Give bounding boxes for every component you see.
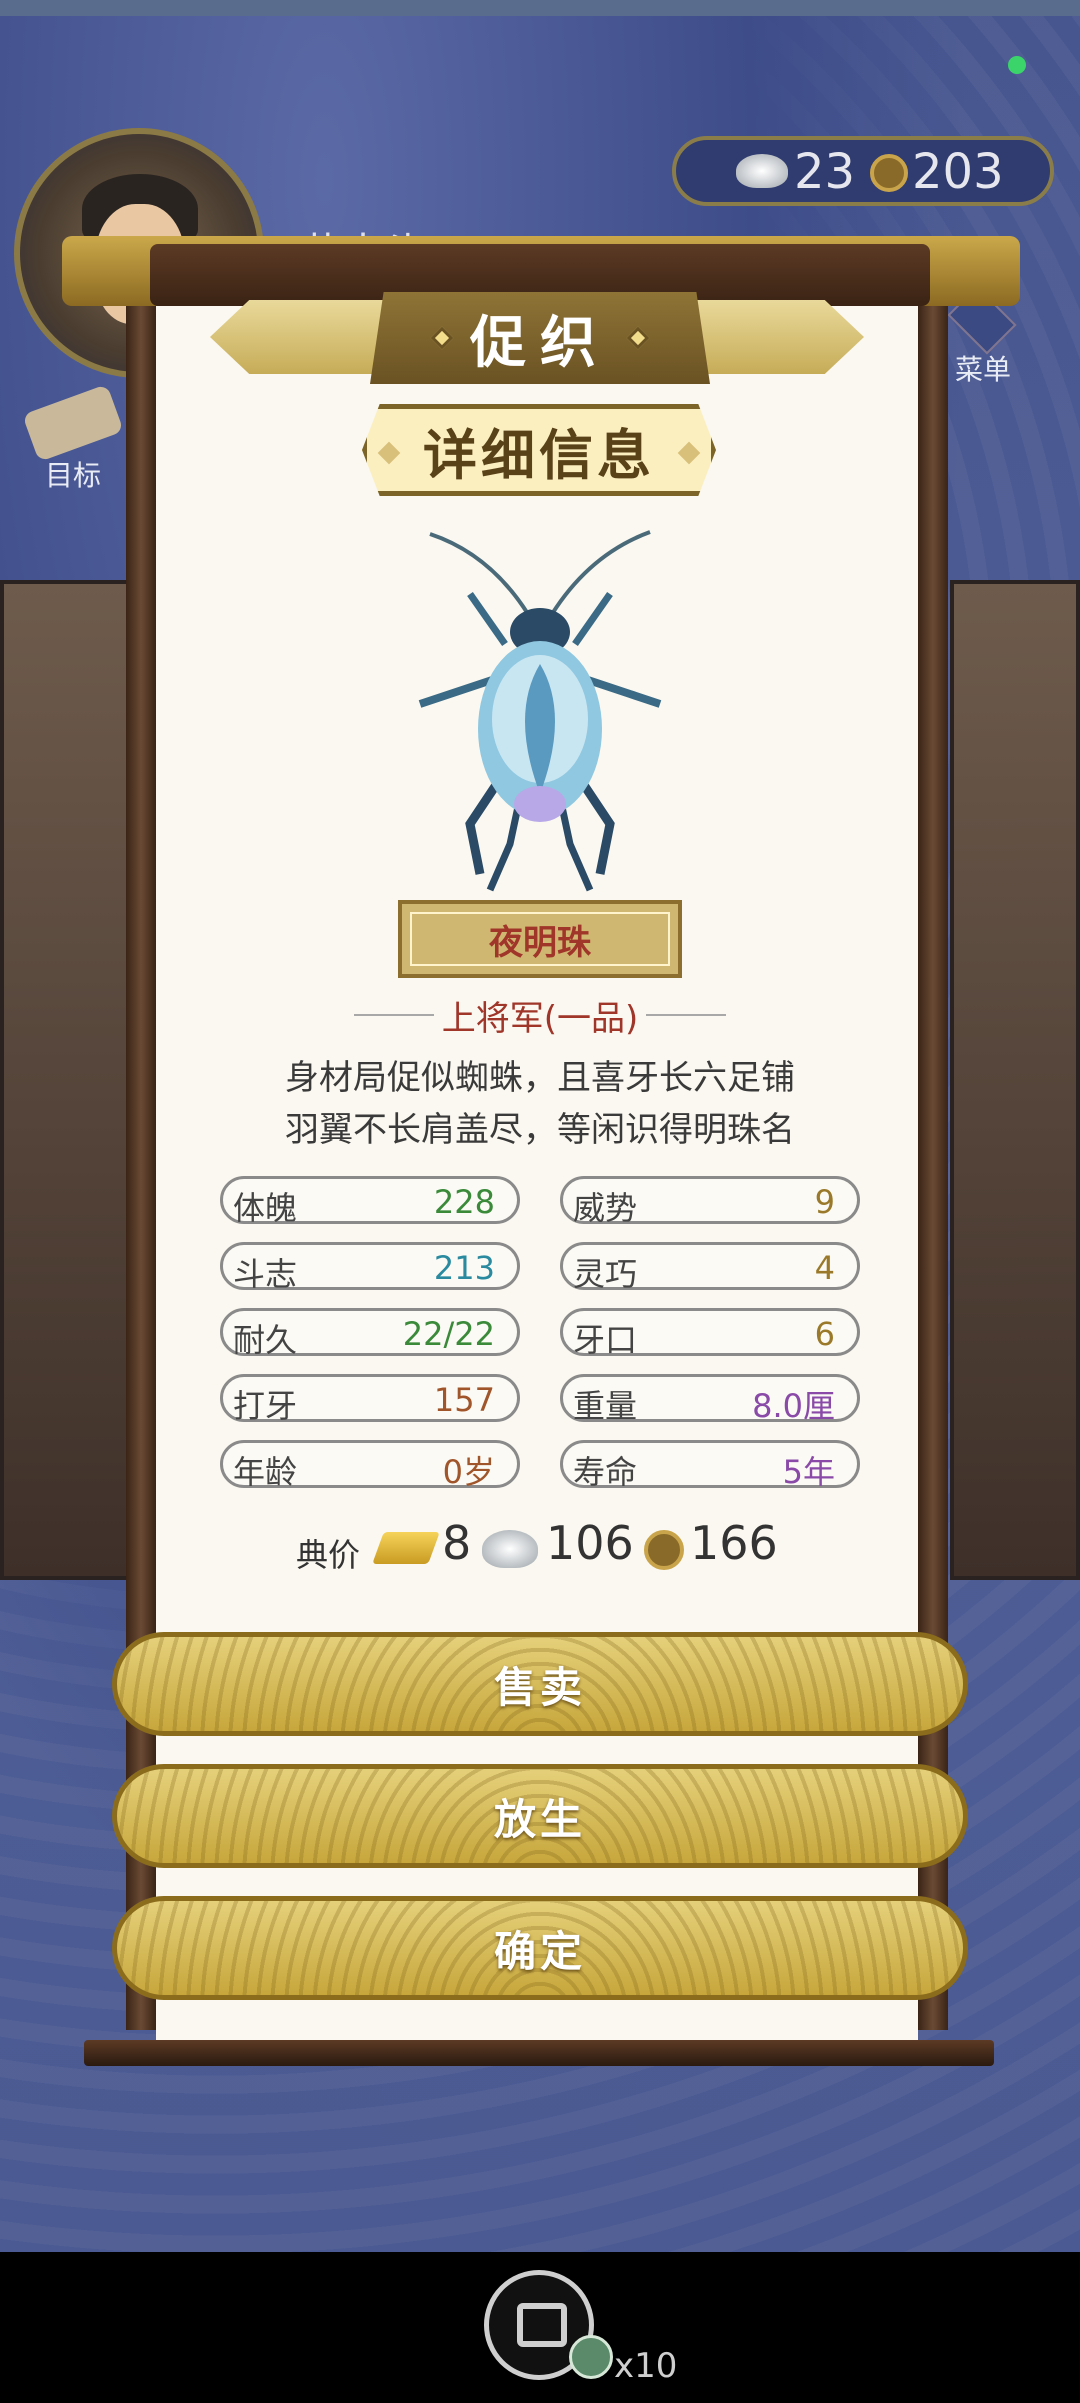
copper-count: 203 bbox=[912, 144, 1004, 200]
stat-value: 228 bbox=[433, 1183, 495, 1221]
stat-name: 灵巧 bbox=[573, 1255, 638, 1293]
dialog-title-plate: 促织 bbox=[370, 292, 710, 384]
stat-pill: 牙口 6 bbox=[560, 1308, 860, 1359]
stat-name: 耐久 bbox=[233, 1321, 298, 1359]
diamond-icon bbox=[377, 441, 401, 465]
insect-name: 夜明珠 bbox=[489, 922, 591, 963]
diamond-icon bbox=[430, 326, 454, 350]
price-copper: 166 bbox=[690, 1516, 778, 1570]
stat-value: 9 bbox=[814, 1183, 835, 1221]
divider bbox=[353, 1014, 434, 1016]
stat-pill: 年龄 0岁 bbox=[220, 1440, 520, 1491]
silver-ingot-icon bbox=[482, 1530, 538, 1568]
shelf-left bbox=[0, 580, 130, 1580]
insect-name-plate: 夜明珠 bbox=[398, 900, 682, 978]
share-button[interactable] bbox=[484, 2270, 613, 2380]
share-count: x10 bbox=[614, 2346, 678, 2386]
goal-label: 目标 bbox=[44, 459, 101, 492]
silver-ingot-icon bbox=[736, 154, 788, 188]
stat-value: 213 bbox=[433, 1249, 495, 1287]
diamond-icon bbox=[677, 441, 701, 465]
divider bbox=[646, 1014, 727, 1016]
detail-header-text: 详细信息 bbox=[423, 423, 655, 487]
stat-name: 斗志 bbox=[233, 1255, 298, 1293]
sell-button[interactable]: 售卖 bbox=[112, 1632, 968, 1736]
stat-value: 157 bbox=[433, 1381, 495, 1419]
confirm-label: 确定 bbox=[493, 1926, 586, 1976]
dialog-title: 促织 bbox=[470, 310, 610, 376]
stat-pill: 灵巧 4 bbox=[560, 1242, 860, 1293]
shelf-right bbox=[950, 580, 1080, 1580]
stat-pill: 打牙 157 bbox=[220, 1374, 520, 1425]
price-label: 典价 bbox=[296, 1536, 361, 1574]
description-line: 羽翼不长肩盖尽，等闲识得明珠名 bbox=[285, 1110, 795, 1150]
stat-pill: 体魄 228 bbox=[220, 1176, 520, 1227]
detail-header: 详细信息 bbox=[362, 404, 716, 496]
status-strip bbox=[0, 0, 1080, 16]
rank-line: 上将军(一品) bbox=[350, 990, 730, 1040]
stat-name: 重量 bbox=[573, 1387, 638, 1425]
stat-pill: 斗志 213 bbox=[220, 1242, 520, 1293]
status-indicator bbox=[1008, 56, 1026, 74]
copper-coin-icon bbox=[644, 1530, 684, 1570]
stat-pill: 耐久 22/22 bbox=[220, 1308, 520, 1359]
stat-pill: 重量 8.0厘 bbox=[560, 1374, 860, 1425]
stat-value: 6 bbox=[814, 1315, 835, 1353]
stat-name: 牙口 bbox=[573, 1321, 638, 1359]
insect-description: 身材局促似蜘蛛，且喜牙长六足铺 羽翼不长肩盖尽，等闲识得明珠名 bbox=[200, 1052, 880, 1156]
stat-value: 8.0厘 bbox=[752, 1387, 835, 1425]
sell-label: 售卖 bbox=[493, 1662, 586, 1712]
stat-pill: 寿命 5年 bbox=[560, 1440, 860, 1491]
diamond-icon bbox=[626, 326, 650, 350]
goal-button[interactable]: 目标 bbox=[18, 384, 128, 492]
share-icon bbox=[517, 2303, 567, 2347]
stat-value: 0岁 bbox=[442, 1453, 495, 1491]
price-gold: 8 bbox=[442, 1516, 472, 1570]
frame-bottom bbox=[84, 2040, 994, 2066]
currency-bar: 23 203 bbox=[672, 136, 1054, 206]
menu-label: 菜单 bbox=[954, 353, 1011, 386]
stat-name: 体魄 bbox=[233, 1189, 298, 1227]
stat-name: 年龄 bbox=[233, 1453, 298, 1491]
stat-value: 4 bbox=[814, 1249, 835, 1287]
confirm-button[interactable]: 确定 bbox=[112, 1896, 968, 2000]
insect-rank: 上将军(一品) bbox=[441, 998, 639, 1039]
release-button[interactable]: 放生 bbox=[112, 1764, 968, 1868]
price-silver: 106 bbox=[546, 1516, 634, 1570]
stat-name: 寿命 bbox=[573, 1453, 638, 1491]
stat-value: 22/22 bbox=[402, 1315, 495, 1353]
stat-pill: 威势 9 bbox=[560, 1176, 860, 1227]
stat-name: 打牙 bbox=[233, 1387, 298, 1425]
cricket-image bbox=[418, 530, 662, 892]
price-row: 典价 8 106 166 bbox=[296, 1512, 796, 1582]
scroll-icon bbox=[22, 384, 124, 462]
copper-coin-icon bbox=[870, 154, 908, 192]
stat-name: 威势 bbox=[573, 1189, 638, 1227]
description-line: 身材局促似蜘蛛，且喜牙长六足铺 bbox=[285, 1058, 795, 1098]
stat-value: 5年 bbox=[782, 1453, 835, 1491]
silver-count: 23 bbox=[794, 144, 856, 200]
gold-bar-icon bbox=[372, 1532, 440, 1564]
jade-badge-icon bbox=[569, 2335, 613, 2379]
release-label: 放生 bbox=[493, 1794, 586, 1844]
